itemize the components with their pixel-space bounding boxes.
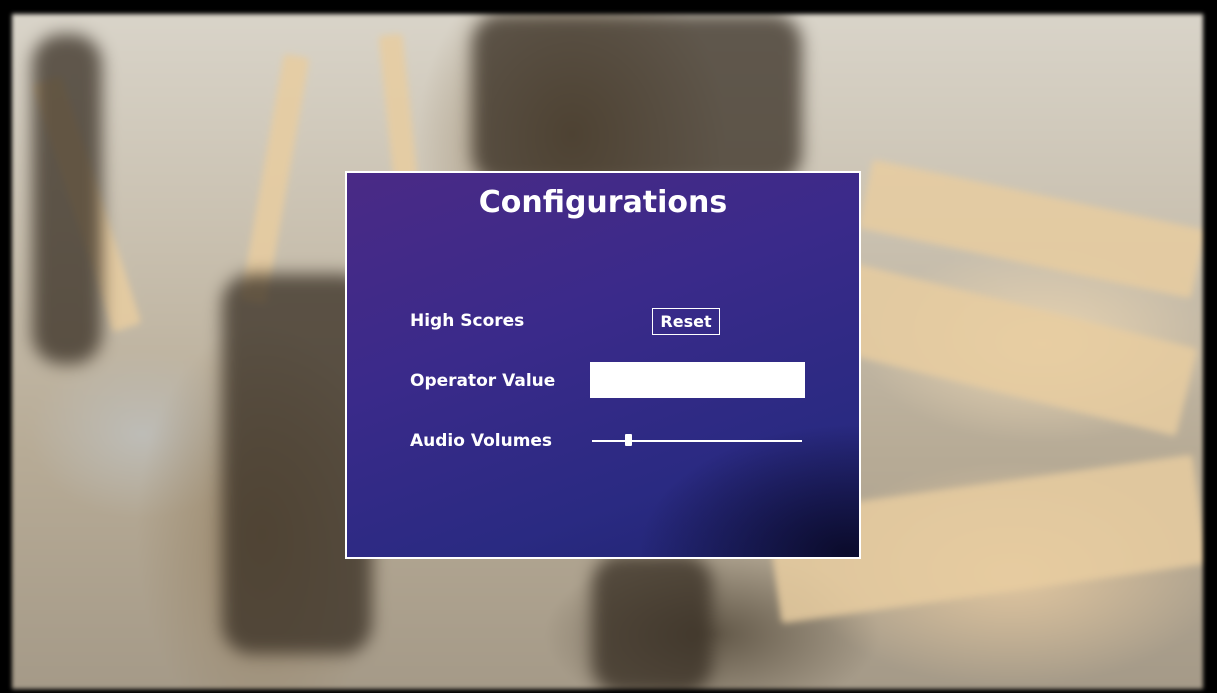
operator-value-label: Operator Value bbox=[410, 371, 556, 391]
reset-high-scores-button[interactable]: Reset bbox=[652, 308, 720, 335]
audio-volumes-label: Audio Volumes bbox=[410, 431, 553, 451]
audio-volume-slider[interactable] bbox=[592, 431, 802, 451]
panel-title: Configurations bbox=[478, 185, 728, 220]
configurations-panel: Configurations High Scores Reset Operato… bbox=[345, 171, 861, 559]
app-frame: Configurations High Scores Reset Operato… bbox=[0, 0, 1217, 693]
operator-value-input[interactable] bbox=[590, 362, 805, 398]
slider-track[interactable] bbox=[592, 440, 802, 442]
high-scores-label: High Scores bbox=[410, 311, 525, 331]
slider-thumb[interactable] bbox=[624, 434, 632, 446]
